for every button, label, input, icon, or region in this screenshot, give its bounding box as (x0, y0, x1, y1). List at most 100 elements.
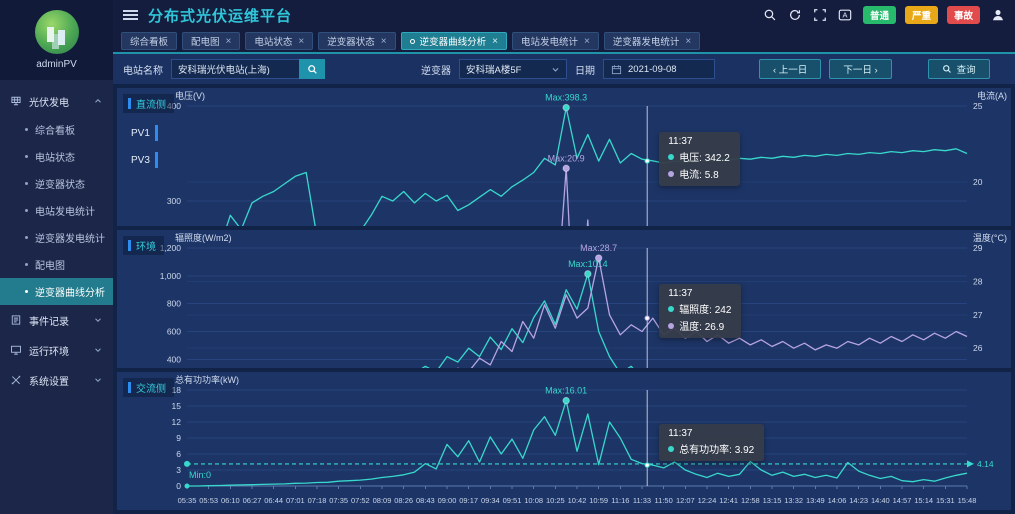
page-title: 分布式光伏运维平台 (148, 5, 292, 26)
svg-text:12:07: 12:07 (676, 496, 695, 505)
alarm-badge-1[interactable]: 严重 (905, 6, 938, 24)
close-icon[interactable]: × (381, 36, 387, 47)
sidebar-group-3[interactable]: 系统设置 (0, 365, 113, 395)
bullet-icon (25, 155, 28, 158)
logo-box: adminPV (0, 0, 113, 80)
main-area: 分布式光伏运维平台 A 普通严重事故 综合看板配 (113, 0, 1015, 514)
svg-text:25: 25 (973, 101, 983, 111)
svg-text:26: 26 (973, 343, 983, 353)
chart-canvas-dc[interactable]: 40030020010002520151050电压(V)电流(A)05:3505… (117, 88, 1011, 226)
svg-text:12:41: 12:41 (719, 496, 738, 505)
tab-逆变器状态[interactable]: 逆变器状态× (318, 32, 395, 50)
svg-text:14:40: 14:40 (871, 496, 890, 505)
sidebar-item-逆变器状态[interactable]: 逆变器状态 (0, 170, 113, 197)
close-icon[interactable]: × (492, 36, 498, 47)
svg-text:15:31: 15:31 (936, 496, 955, 505)
svg-text:09:34: 09:34 (481, 496, 500, 505)
svg-text:09:17: 09:17 (459, 496, 478, 505)
svg-text:05:53: 05:53 (199, 496, 218, 505)
svg-text:6: 6 (176, 449, 181, 459)
tab-逆变器曲线分析[interactable]: 逆变器曲线分析× (401, 32, 507, 50)
legend-item-PV1[interactable]: PV1 (131, 125, 158, 141)
chart-panel-ac: 交流侧1815129630总有功功率(kW)05:3505:5306:1006:… (117, 372, 1011, 510)
search-icon[interactable] (763, 8, 777, 22)
bullet-icon (25, 263, 28, 266)
section-bar (128, 98, 131, 109)
bullet-icon (25, 128, 28, 131)
svg-text:4.14: 4.14 (977, 459, 994, 469)
svg-text:14:06: 14:06 (828, 496, 847, 505)
tab-电站状态[interactable]: 电站状态× (245, 32, 313, 50)
svg-text:07:35: 07:35 (329, 496, 348, 505)
svg-text:29: 29 (973, 243, 983, 253)
prev-day-button[interactable]: ‹ 上一日 (759, 59, 821, 79)
date-input[interactable]: 2021-09-08 (603, 59, 715, 79)
legend-item-PV3[interactable]: PV3 (131, 152, 158, 168)
svg-text:07:01: 07:01 (286, 496, 305, 505)
sidebar-group-0[interactable]: 光伏发电 (0, 86, 113, 116)
environment-icon (10, 344, 22, 356)
svg-text:15:14: 15:14 (914, 496, 933, 505)
svg-text:27: 27 (973, 310, 983, 320)
search-icon (942, 64, 952, 74)
station-search-button[interactable] (299, 59, 325, 79)
user-icon[interactable] (991, 8, 1005, 22)
svg-text:800: 800 (167, 299, 181, 309)
username: adminPV (36, 59, 77, 70)
fullscreen-icon[interactable] (813, 8, 827, 22)
svg-text:300: 300 (167, 196, 181, 206)
alarm-badge-2[interactable]: 事故 (947, 6, 980, 24)
svg-text:Max:1014: Max:1014 (568, 259, 608, 269)
alarm-badge-0[interactable]: 普通 (863, 6, 896, 24)
inverter-select[interactable]: 安科瑞A楼5F (459, 59, 567, 79)
svg-text:电流(A): 电流(A) (977, 90, 1007, 101)
sidebar-item-综合看板[interactable]: 综合看板 (0, 116, 113, 143)
tab-逆变器发电统计[interactable]: 逆变器发电统计× (604, 32, 700, 50)
svg-text:15:48: 15:48 (958, 496, 977, 505)
sidebar-menu: 光伏发电综合看板电站状态逆变器状态电站发电统计逆变器发电统计配电图逆变器曲线分析… (0, 80, 113, 395)
filterbar: 电站名称 逆变器 安科瑞A楼5F 日期 2021-09-08 ‹ 上一日 下一日… (113, 54, 1015, 84)
chevron-down-icon (93, 345, 103, 355)
chart-panel-env: 环境1,2001,0008006004002000292827262524辐照度… (117, 230, 1011, 368)
svg-text:10:42: 10:42 (568, 496, 587, 505)
svg-text:0: 0 (176, 481, 181, 491)
sidebar-item-逆变器发电统计[interactable]: 逆变器发电统计 (0, 224, 113, 251)
close-icon[interactable]: × (685, 36, 691, 47)
section-tag-环境: 环境 (123, 236, 164, 255)
translate-icon[interactable]: A (838, 8, 852, 22)
close-icon[interactable]: × (298, 36, 304, 47)
alarm-badges: 普通严重事故 (863, 6, 980, 24)
menu-toggle-icon[interactable] (123, 14, 138, 16)
station-input[interactable] (171, 59, 299, 79)
chart-canvas-env[interactable]: 1,2001,0008006004002000292827262524辐照度(W… (117, 230, 1011, 368)
svg-text:Max:16.01: Max:16.01 (545, 386, 587, 396)
sidebar-item-配电图[interactable]: 配电图 (0, 251, 113, 278)
svg-text:07:18: 07:18 (308, 496, 327, 505)
sidebar-item-电站发电统计[interactable]: 电站发电统计 (0, 197, 113, 224)
bullet-icon (25, 290, 28, 293)
svg-text:11:16: 11:16 (611, 496, 629, 505)
svg-text:06:10: 06:10 (221, 496, 240, 505)
close-icon[interactable]: × (584, 36, 590, 47)
tab-电站发电统计[interactable]: 电站发电统计× (512, 32, 599, 50)
svg-text:09:00: 09:00 (438, 496, 457, 505)
svg-text:A: A (842, 11, 847, 20)
sidebar-item-电站状态[interactable]: 电站状态 (0, 143, 113, 170)
query-button[interactable]: 查询 (928, 59, 990, 79)
chart-canvas-ac[interactable]: 1815129630总有功功率(kW)05:3505:5306:1006:270… (117, 372, 1011, 510)
refresh-icon[interactable] (788, 8, 802, 22)
svg-text:10:08: 10:08 (524, 496, 543, 505)
tab-配电图[interactable]: 配电图× (182, 32, 240, 50)
tab-综合看板[interactable]: 综合看板 (121, 32, 177, 50)
svg-text:11:50: 11:50 (655, 496, 673, 505)
sidebar-item-逆变器曲线分析[interactable]: 逆变器曲线分析 (0, 278, 113, 305)
sidebar-group-2[interactable]: 运行环境 (0, 335, 113, 365)
sidebar-group-1[interactable]: 事件记录 (0, 305, 113, 335)
svg-text:12: 12 (172, 417, 182, 427)
svg-text:Min:0: Min:0 (189, 470, 211, 480)
close-icon[interactable]: × (226, 36, 232, 47)
next-day-button[interactable]: 下一日 › (829, 59, 891, 79)
query-button-label: 查询 (957, 62, 976, 76)
svg-text:10:25: 10:25 (546, 496, 565, 505)
tabbar: 综合看板配电图× 电站状态× 逆变器状态× 逆变器曲线分析× 电站发电统计× 逆变器发电统… (113, 30, 1015, 54)
